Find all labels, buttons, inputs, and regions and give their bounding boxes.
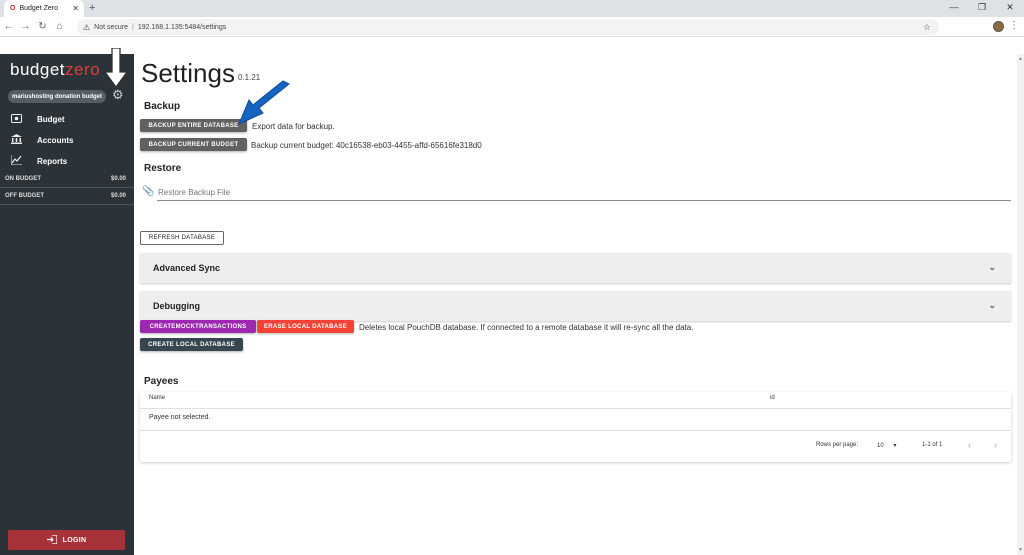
backup-current-desc: Backup current budget: 40c16538-eb03-445… <box>251 141 482 150</box>
dropdown-arrow-icon: ▾ <box>893 443 897 449</box>
browser-tab[interactable]: O Budget Zero ✕ <box>4 0 84 17</box>
browser-menu-icon[interactable]: ⋮ <box>1009 20 1019 31</box>
wallet-icon <box>10 113 22 126</box>
table-divider <box>140 430 1011 431</box>
back-icon[interactable]: ← <box>0 21 17 32</box>
sidebar-item-accounts[interactable]: Accounts <box>0 130 134 151</box>
new-tab-button[interactable]: + <box>89 2 95 14</box>
tab-title: Budget Zero <box>19 5 58 12</box>
profile-avatar[interactable] <box>993 21 1004 32</box>
budget-selector[interactable]: mariushosting donation budget <box>8 90 106 103</box>
chevron-down-icon: ⌄ <box>988 300 996 310</box>
erase-desc: Deletes local PouchDB database. If conne… <box>359 323 694 332</box>
chart-icon <box>10 155 22 168</box>
app-logo[interactable]: budgetzero <box>10 60 100 80</box>
off-budget-row[interactable]: OFF BUDGET $0.00 <box>0 188 134 205</box>
backup-current-button[interactable]: BACKUP CURRENT BUDGET <box>140 138 247 151</box>
column-name-header[interactable]: Name <box>149 395 165 401</box>
bank-icon <box>10 134 22 147</box>
paperclip-icon[interactable]: 📎 <box>142 186 154 197</box>
off-budget-label: OFF BUDGET <box>5 193 44 199</box>
on-budget-value: $0.00 <box>110 176 126 182</box>
rows-per-page-label: Rows per page: <box>816 442 859 448</box>
next-page-icon[interactable]: › <box>994 440 997 450</box>
annotation-arrow-white <box>104 48 128 88</box>
home-icon[interactable]: ⌂ <box>51 21 68 32</box>
browser-toolbar: ← → ↻ ⌂ ⚠ Not secure | 192.168.1.135:548… <box>0 17 1024 37</box>
payees-table <box>140 392 1011 462</box>
debugging-panel[interactable]: Debugging ⌄ <box>140 291 1011 321</box>
favicon-icon: O <box>10 5 16 12</box>
warning-icon: ⚠ <box>83 22 91 32</box>
sidebar-item-label: Budget <box>37 115 65 124</box>
create-local-database-button[interactable]: CREATE LOCAL DATABASE <box>140 338 243 351</box>
url-separator: | <box>132 23 134 31</box>
backup-entire-button[interactable]: BACKUP ENTIRE DATABASE <box>140 119 247 132</box>
login-button[interactable]: LOGIN <box>8 530 125 550</box>
on-budget-label: ON BUDGET <box>5 176 41 182</box>
sidebar-nav: Budget Accounts Reports <box>0 109 134 172</box>
pagination-range: 1-1 of 1 <box>922 442 943 448</box>
page-scrollbar[interactable]: ▲ ▼ <box>1017 54 1024 555</box>
minimize-icon[interactable]: — <box>940 0 968 17</box>
sidebar-item-label: Reports <box>37 157 68 166</box>
login-icon <box>46 533 58 546</box>
restore-heading: Restore <box>144 163 182 174</box>
forward-icon[interactable]: → <box>17 21 34 32</box>
create-mock-transactions-button[interactable]: CREATEMOCKTRANSACTIONS <box>140 320 256 333</box>
sidebar-item-label: Accounts <box>37 136 74 145</box>
sidebar-item-reports[interactable]: Reports <box>0 151 134 172</box>
close-tab-icon[interactable]: ✕ <box>72 4 79 13</box>
rows-per-page-select[interactable]: 10 ▾ <box>877 442 896 449</box>
advanced-sync-label: Advanced Sync <box>153 263 221 273</box>
url-text: 192.168.1.135:5484/settings <box>137 23 227 31</box>
refresh-database-button[interactable]: REFRESH DATABASE <box>140 231 224 245</box>
sidebar-item-budget[interactable]: Budget <box>0 109 134 130</box>
on-budget-row[interactable]: ON BUDGET $0.00 <box>0 171 134 188</box>
window-controls: — ❐ ✕ <box>940 0 1024 17</box>
advanced-sync-panel[interactable]: Advanced Sync ⌄ <box>140 253 1011 283</box>
erase-local-database-button[interactable]: ERASE LOCAL DATABASE <box>257 320 354 333</box>
sidebar: budgetzero mariushosting donation budget… <box>0 54 134 555</box>
close-window-icon[interactable]: ✕ <box>996 0 1024 17</box>
gear-icon[interactable]: ⚙ <box>112 87 124 103</box>
security-label: Not secure <box>94 23 129 31</box>
address-bar[interactable]: ⚠ Not secure | 192.168.1.135:5484/settin… <box>77 19 939 35</box>
annotation-arrow-blue <box>238 80 290 125</box>
restore-input-underline <box>157 200 1011 201</box>
chevron-down-icon: ⌄ <box>988 262 996 272</box>
browser-tab-bar: O Budget Zero ✕ + — ❐ ✕ <box>0 0 1024 17</box>
page-title: Settings <box>141 58 235 88</box>
off-budget-value: $0.00 <box>110 193 126 199</box>
restore-icon[interactable]: ❐ <box>968 0 996 17</box>
backup-heading: Backup <box>144 101 181 112</box>
debugging-label: Debugging <box>153 301 200 311</box>
login-label: LOGIN <box>62 536 87 544</box>
bookmark-star-icon[interactable]: ☆ <box>923 22 931 33</box>
column-id-header[interactable]: id <box>770 395 775 401</box>
payees-heading: Payees <box>144 376 179 387</box>
previous-page-icon[interactable]: ‹ <box>968 440 971 450</box>
scroll-up-icon[interactable]: ▲ <box>1018 56 1023 62</box>
table-divider <box>140 408 1011 409</box>
restore-file-input[interactable]: Restore Backup File <box>158 188 230 197</box>
reload-icon[interactable]: ↻ <box>34 21 51 32</box>
scroll-down-icon[interactable]: ▼ <box>1018 547 1023 553</box>
table-row: Payee not selected. <box>149 414 211 421</box>
